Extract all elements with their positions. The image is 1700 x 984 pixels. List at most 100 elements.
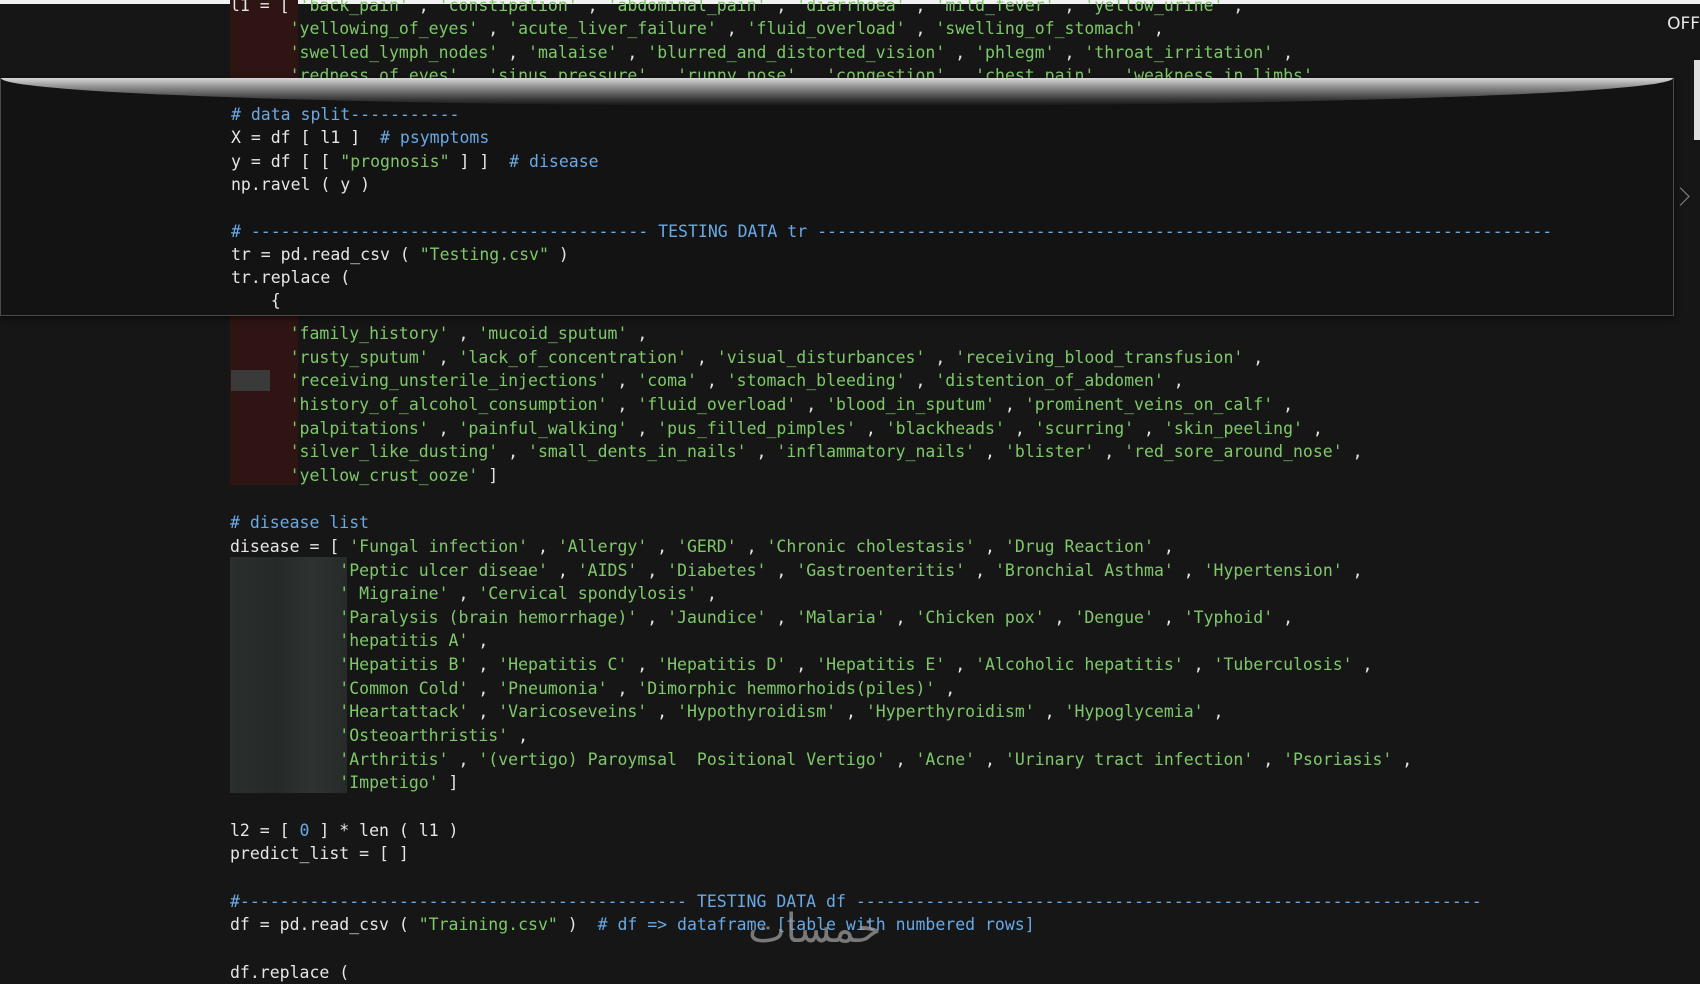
code-line: 'rusty_sputum' , 'lack_of_concentration'… (230, 346, 1264, 369)
code-line: ' Migraine' , 'Cervical spondylosis' , (230, 582, 717, 605)
code-token: , (696, 371, 727, 391)
code-line: tr = pd.read_csv ( "Testing.csv" ) (231, 243, 569, 266)
code-token: 'Arthritis' (339, 749, 449, 769)
code-token: , (885, 749, 916, 769)
code-token: , (885, 607, 916, 627)
code-line: 'palpitations' , 'painful_walking' , 'pu… (230, 417, 1323, 440)
code-token: , (1144, 19, 1164, 39)
code-line: 'yellow_crust_ooze' ] (230, 464, 499, 487)
code-token: 'Pneumonia' (498, 678, 608, 698)
code-line: 'receiving_unsterile_injections' , 'coma… (230, 369, 1184, 392)
code-token: # disease list (230, 513, 370, 533)
code-token: 'stomach_bleeding' (726, 371, 906, 391)
code-token: 'Chronic cholestasis' (766, 536, 976, 556)
code-token: , (766, 560, 797, 580)
overlay-header-gradient (1, 78, 1673, 106)
code-token: 'receiving_blood_transfusion' (955, 347, 1244, 367)
code-token: 'family_history' (289, 324, 449, 343)
code-token: 'blurred_and_distorted_vision' (647, 42, 946, 62)
code-token: 'Dengue' (1074, 607, 1154, 627)
code-line: predict_list = [ ] (230, 842, 409, 865)
off-toggle-label[interactable]: OFF (1667, 14, 1700, 34)
code-token: , (637, 607, 668, 627)
code-token: , (1342, 442, 1363, 462)
code-line: l2 = [ 0 ] * len ( l1 ) (230, 819, 459, 842)
code-token: 'diarrhoea' (796, 0, 906, 15)
code-token: tr.replace ( (231, 268, 351, 288)
code-token: , (746, 442, 777, 462)
code-token: , (1223, 0, 1244, 15)
code-token: 'Fungal infection' (349, 536, 529, 556)
scrollbar-thumb[interactable] (1694, 60, 1700, 140)
code-token: , (855, 418, 886, 438)
code-token: 'constipation' (438, 0, 578, 15)
code-token: , (1163, 371, 1184, 391)
code-token: , (1203, 702, 1224, 722)
code-token: , (647, 702, 678, 722)
code-token: , (1054, 42, 1085, 62)
code-token: , (766, 0, 797, 15)
code-token: 'Dimorphic hemmorhoids(piles)' (637, 678, 936, 698)
code-token: , (905, 19, 936, 39)
peek-overlay-panel[interactable]: # data split----------- X = df [ l1 ] # p… (0, 78, 1690, 391)
code-token: 'blood_in_sputum' (826, 394, 995, 414)
code-token: "prognosis" (340, 151, 450, 171)
code-token: l2 = [ (230, 820, 300, 840)
code-token: , (617, 42, 648, 62)
code-line: 'Common Cold' , 'Pneumonia' , 'Dimorphic… (230, 677, 955, 700)
code-line: 'Paralysis (brain hemorrhage)' , 'Jaundi… (230, 606, 1293, 629)
code-token: , (975, 442, 1005, 462)
code-token: , (1342, 560, 1363, 580)
code-token: 'scurring' (1034, 418, 1135, 438)
code-token: , (1392, 749, 1413, 769)
code-line: 'hepatitis A' , (230, 629, 488, 652)
code-line: 'Hepatitis B' , 'Hepatitis C' , 'Hepatit… (230, 653, 1372, 676)
code-line: 'Impetigo' ] (230, 771, 458, 794)
code-token: '(vertigo) Paroymsal Positional Vertigo' (478, 749, 886, 769)
code-token: , (478, 19, 509, 39)
code-token: 'Hepatitis D' (657, 655, 787, 675)
watermark-logo: خمسات (748, 906, 882, 952)
code-token: 'acute_liver_failure' (508, 19, 717, 39)
code-token: 'phlegm' (975, 42, 1055, 62)
code-token: 'blackheads' (885, 418, 1005, 438)
code-token: , (736, 536, 767, 556)
code-token: , (716, 19, 747, 39)
code-line: 'family_history' , 'mucoid_sputum' , (230, 322, 648, 345)
code-token: 'Osteoarthristis' (339, 726, 509, 746)
code-token: 'Common Cold' (339, 678, 469, 698)
code-token: , (577, 0, 608, 15)
code-token: , (1034, 702, 1065, 722)
code-token: , (786, 655, 817, 675)
code-token: , (647, 536, 678, 556)
code-token: ) (557, 915, 598, 935)
code-token: , (547, 560, 578, 580)
code-token: , (945, 42, 976, 62)
code-token: 'Gastroenteritis' (796, 560, 966, 580)
code-token: 'skin_peeling' (1163, 418, 1303, 438)
code-token: , (1243, 347, 1264, 367)
code-line: disease = [ 'Fungal infection' , 'Allerg… (230, 535, 1174, 558)
code-token: , (607, 371, 638, 391)
code-token: 'Urinary tract infection' (1004, 749, 1254, 769)
code-line: df = pd.read_csv ( "Training.csv" ) # df… (230, 913, 1035, 936)
code-token: # data split----------- (231, 105, 460, 124)
code-token: 'Heartattack' (339, 702, 469, 722)
code-token: 'Drug Reaction' (1004, 536, 1154, 556)
code-token: 'Diabetes' (667, 560, 767, 580)
code-token: , (448, 584, 479, 604)
code-line: 'Peptic ulcer diseae' , 'AIDS' , 'Diabet… (230, 559, 1363, 582)
code-token: 'coma' (637, 371, 697, 391)
code-token: 'hepatitis A' (339, 631, 469, 651)
code-line: 'Osteoarthristis' , (230, 724, 528, 747)
code-token: predict_list = [ ] (230, 844, 409, 864)
code-token: 'Hepatitis C' (498, 655, 628, 675)
code-token: 'GERD' (677, 536, 737, 556)
code-token: , (686, 347, 717, 367)
